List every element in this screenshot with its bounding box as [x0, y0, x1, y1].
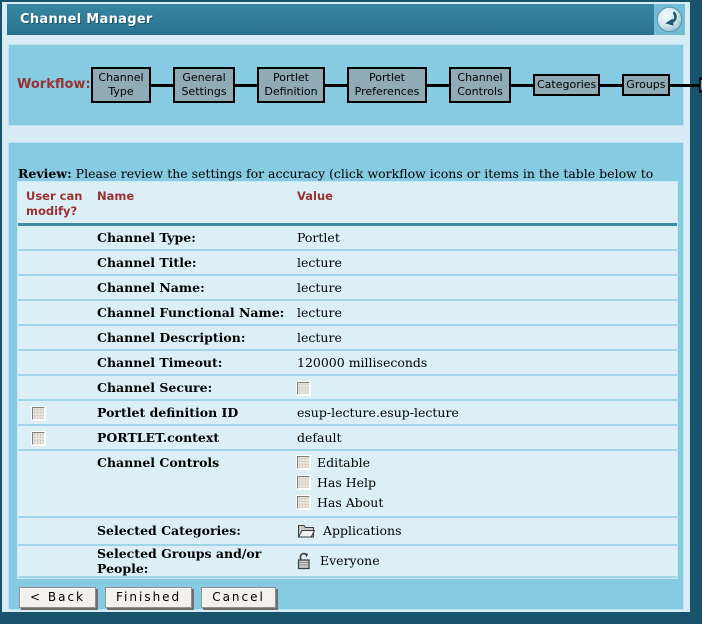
table-row-channel-timeout[interactable]: Channel Timeout: 120000 milliseconds: [18, 351, 677, 376]
table-row-channel-description[interactable]: Channel Description: lecture: [18, 326, 677, 351]
header-value: Value: [297, 187, 677, 223]
header-user-can-modify: User can modify?: [18, 187, 84, 223]
window-title: Channel Manager: [7, 12, 654, 27]
workflow-step-channel-type[interactable]: Channel Type: [91, 67, 151, 104]
review-panel: Review: Please review the settings for a…: [8, 142, 684, 610]
table-row-channel-secure[interactable]: Channel Secure:: [18, 376, 677, 401]
selected-category-label: Applications: [323, 523, 402, 538]
workflow-connector: [235, 84, 257, 87]
current-step-arrow-icon: [699, 77, 702, 93]
review-label: Review:: [18, 166, 72, 181]
titlebar: Channel Manager: [7, 4, 685, 35]
action-buttons: < Back Finished Cancel: [19, 587, 276, 608]
workflow-step-categories[interactable]: Categories: [533, 74, 600, 96]
channel-manager-window: Channel Manager Work: [0, 0, 702, 624]
table-row-channel-controls[interactable]: Channel Controls Editable Has Help Has A…: [18, 451, 677, 518]
workflow-connector: [151, 84, 173, 87]
workflow-step-portlet-definition[interactable]: Portlet Definition: [257, 67, 325, 104]
workflow-step-groups[interactable]: Groups: [622, 74, 669, 96]
folder-icon: [297, 523, 315, 538]
user-modify-checkbox[interactable]: [32, 407, 45, 420]
return-arrow-icon: [656, 6, 683, 33]
workflow-connector: [427, 84, 449, 87]
table-row-portlet-definition-id[interactable]: Portlet definition ID esup-lecture.esup-…: [18, 401, 677, 426]
user-modify-checkbox[interactable]: [32, 432, 45, 445]
table-row-channel-title[interactable]: Channel Title: lecture: [18, 251, 677, 276]
has-help-label: Has Help: [317, 475, 376, 490]
table-row-channel-functional-name[interactable]: Channel Functional Name: lecture: [18, 301, 677, 326]
has-help-checkbox[interactable]: [297, 476, 310, 489]
window-body: Channel Manager Work: [2, 2, 690, 612]
selected-group-label: Everyone: [320, 553, 380, 568]
has-about-label: Has About: [317, 495, 383, 510]
table-row-selected-groups[interactable]: Selected Groups and/or People: Everyone: [18, 546, 677, 578]
focus-return-button[interactable]: [654, 4, 685, 35]
workflow-steps: Channel Type General Settings Portlet De…: [91, 45, 679, 125]
open-padlock-icon: [297, 552, 312, 570]
table-header: User can modify? Name Value: [18, 182, 677, 226]
has-about-checkbox[interactable]: [297, 496, 310, 509]
workflow-step-channel-controls[interactable]: Channel Controls: [449, 67, 511, 104]
cancel-button[interactable]: Cancel: [201, 587, 276, 608]
table-row-portlet-context[interactable]: PORTLET.context default: [18, 426, 677, 451]
header-name: Name: [97, 187, 297, 223]
workflow-panel: Workflow: Channel Type General Settings …: [8, 44, 684, 126]
table-row-selected-categories[interactable]: Selected Categories: Applications: [18, 518, 677, 546]
back-button[interactable]: < Back: [19, 587, 96, 608]
table-row-channel-type[interactable]: Channel Type: Portlet: [18, 226, 677, 251]
workflow-connector: [511, 84, 533, 87]
workflow-label: Workflow:: [17, 77, 91, 92]
workflow-connector: [600, 84, 622, 87]
channel-secure-checkbox[interactable]: [297, 382, 310, 395]
workflow-connector: [325, 84, 347, 87]
settings-table: User can modify? Name Value Channel Type…: [17, 181, 678, 579]
finished-button[interactable]: Finished: [105, 587, 192, 608]
table-row-channel-name[interactable]: Channel Name: lecture: [18, 276, 677, 301]
workflow-connector: [670, 84, 700, 87]
editable-checkbox[interactable]: [297, 456, 310, 469]
workflow-step-portlet-preferences[interactable]: Portlet Preferences: [347, 67, 427, 104]
editable-label: Editable: [317, 455, 370, 470]
workflow-step-general-settings[interactable]: General Settings: [173, 67, 235, 104]
